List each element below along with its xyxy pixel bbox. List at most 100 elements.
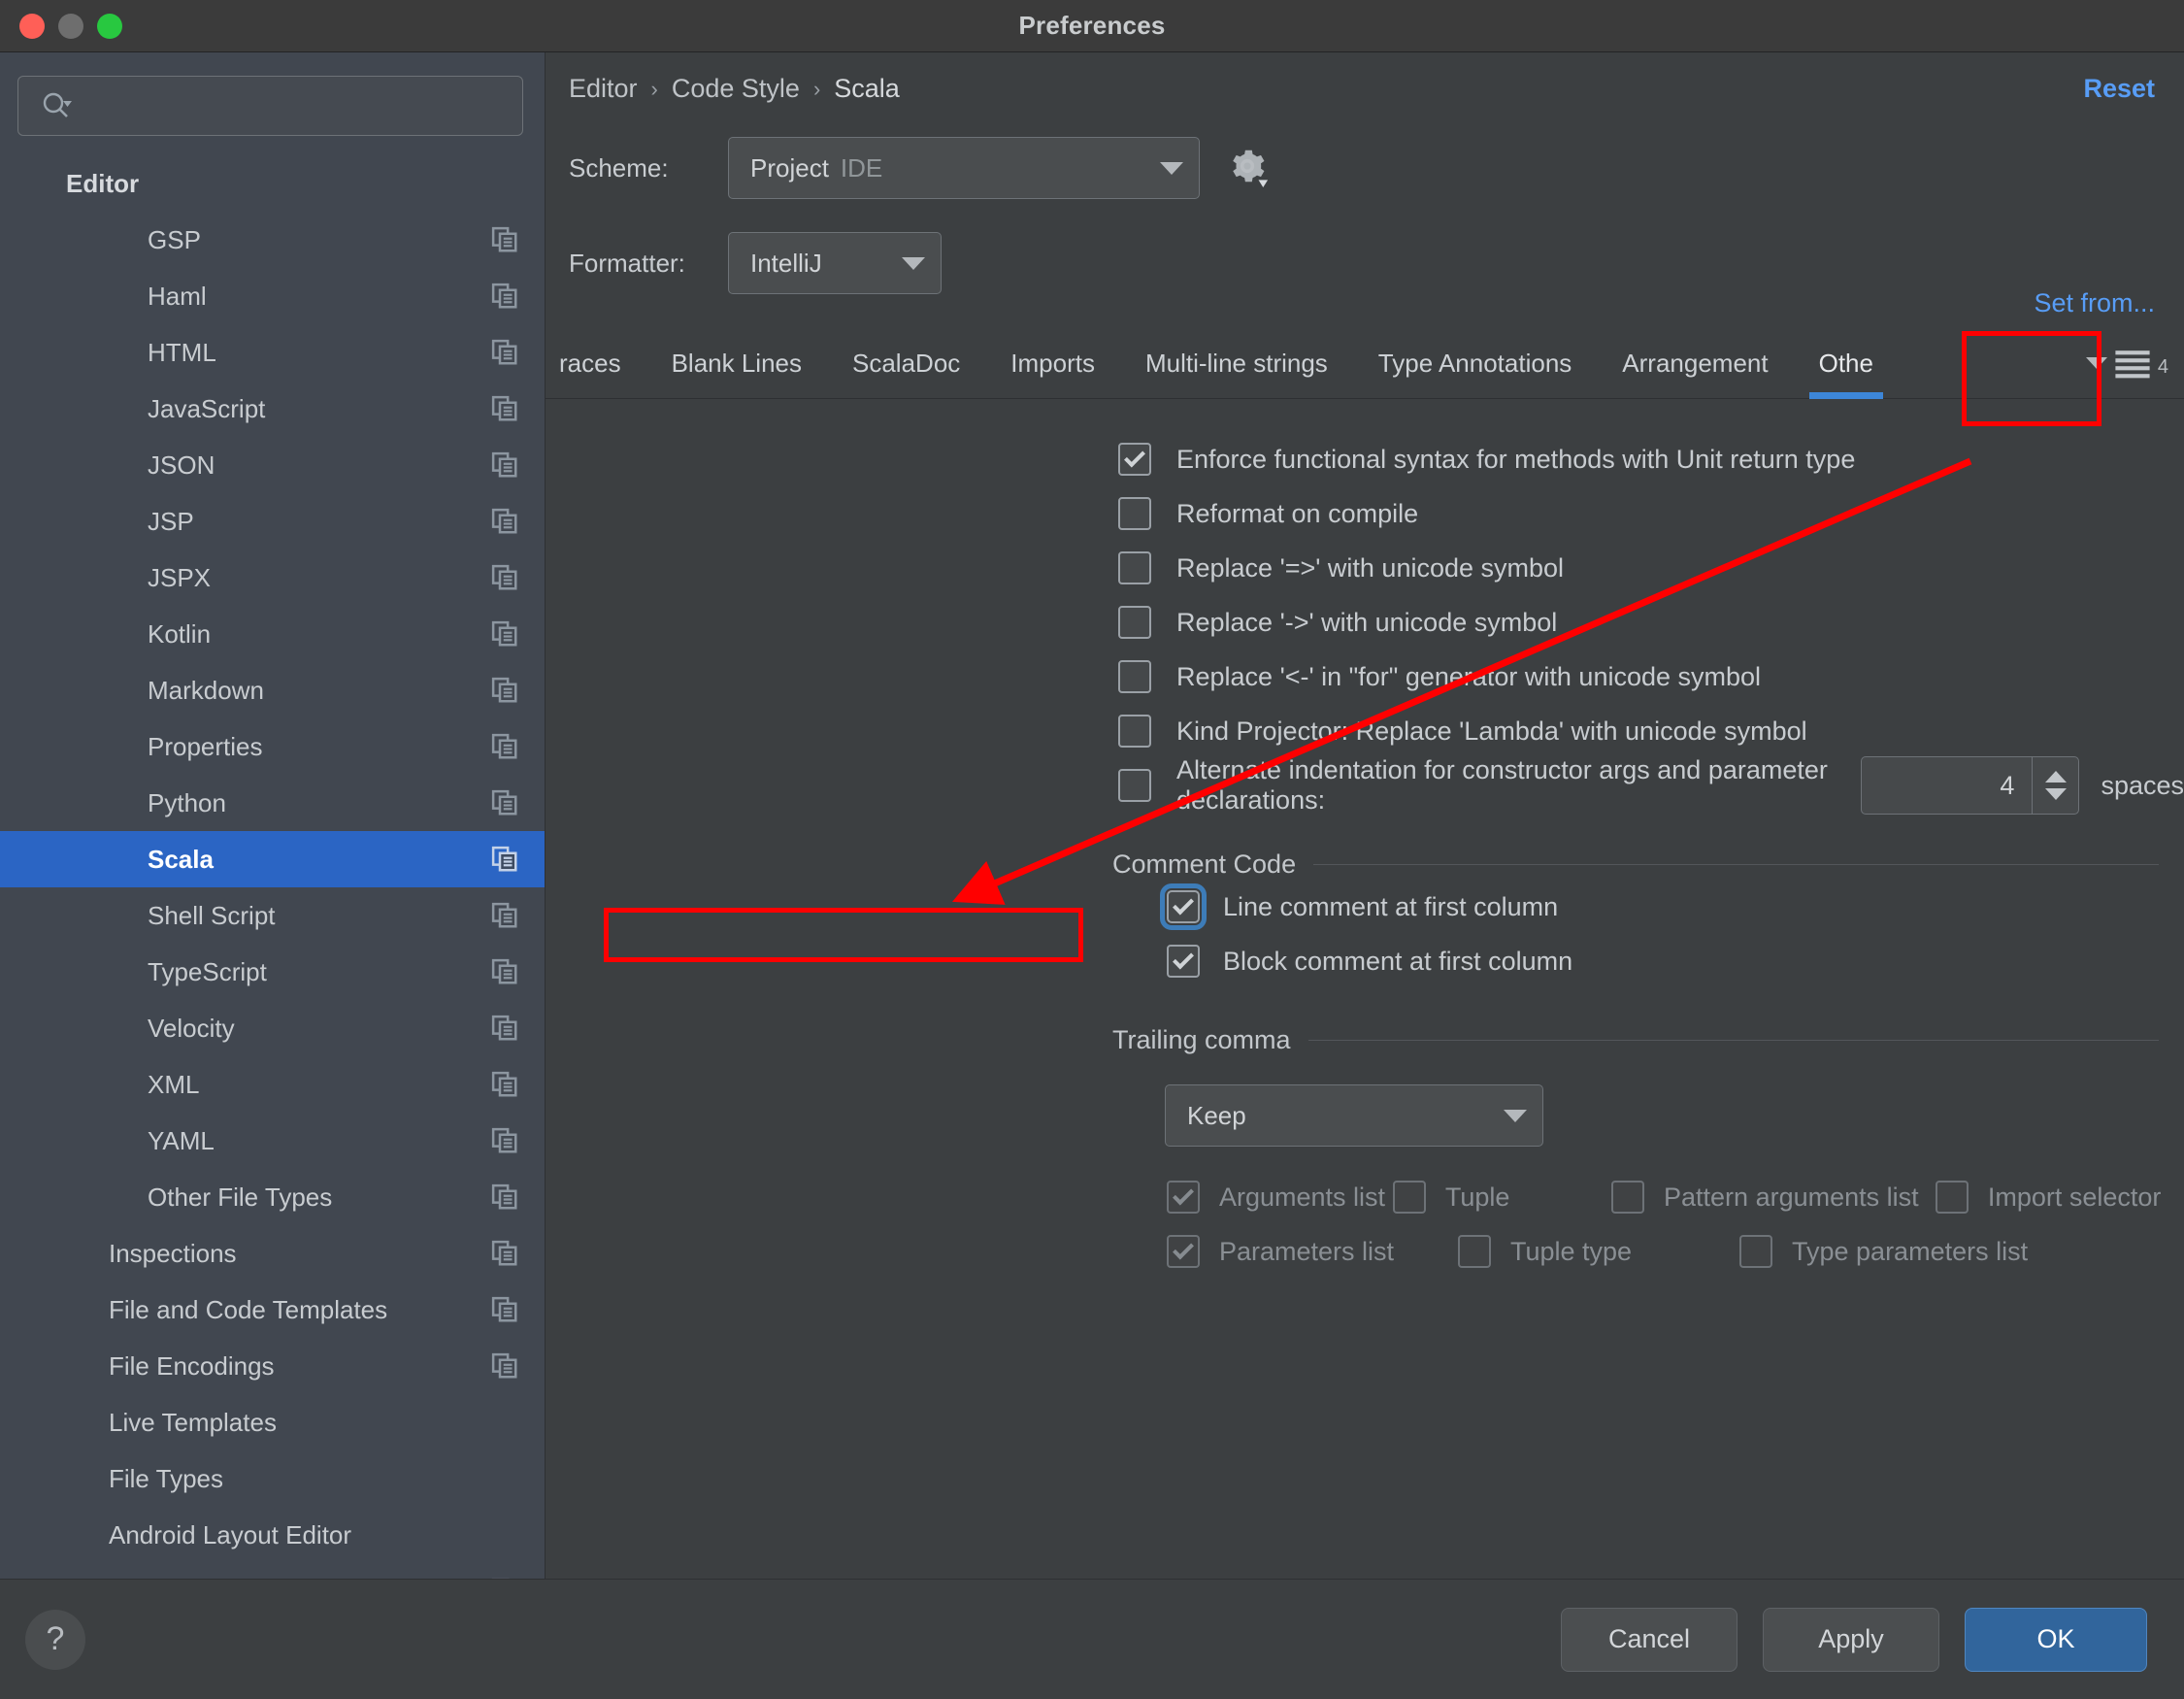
sidebar-item-file-encodings[interactable]: File Encodings xyxy=(0,1338,545,1394)
checkbox-enforce-functional-syntax-for-meth[interactable] xyxy=(1118,443,1151,476)
cancel-button[interactable]: Cancel xyxy=(1561,1607,1737,1672)
formatter-dropdown[interactable]: IntelliJ xyxy=(728,232,942,294)
checkbox-line-comment-at-first-column[interactable] xyxy=(1160,883,1207,930)
tab-scaladoc[interactable]: ScalaDoc xyxy=(827,349,985,398)
tab-multi-line-strings[interactable]: Multi-line strings xyxy=(1120,349,1353,398)
checkbox-replace-with-unicode-symbol[interactable] xyxy=(1118,606,1151,639)
sidebar-item-html[interactable]: HTML xyxy=(0,324,545,381)
alternate-indentation-checkbox[interactable] xyxy=(1118,769,1151,802)
tab-overflow-menu[interactable]: 4 xyxy=(2070,348,2184,398)
tab-blank-lines[interactable]: Blank Lines xyxy=(646,349,827,398)
sidebar-item-file-and-code-templates[interactable]: File and Code Templates xyxy=(0,1282,545,1338)
copy-scheme-icon[interactable] xyxy=(490,563,519,592)
checkbox-block-comment-at-first-column[interactable] xyxy=(1167,945,1200,978)
copy-scheme-icon[interactable] xyxy=(490,338,519,367)
copy-scheme-icon[interactable] xyxy=(490,1577,519,1579)
settings-tree[interactable]: Editor GSP Haml HTML JavaScript JSON JSP JSPX Ko… xyxy=(0,148,545,1579)
scheme-dropdown[interactable]: Project IDE xyxy=(728,137,1200,199)
sidebar-item-editor[interactable]: Editor xyxy=(0,155,545,212)
indent-spinner[interactable]: 4 xyxy=(1861,756,2080,815)
checkbox-tuple[interactable] xyxy=(1392,1181,1426,1214)
help-button[interactable]: ? xyxy=(25,1609,85,1670)
checkbox-import-selector[interactable] xyxy=(1935,1181,1969,1214)
copy-scheme-icon[interactable] xyxy=(490,1351,519,1381)
sidebar-item-kotlin[interactable]: Kotlin xyxy=(0,606,545,662)
sidebar-item-json[interactable]: JSON xyxy=(0,437,545,493)
spinner-up-icon[interactable] xyxy=(2044,771,2067,783)
scheme-settings-button[interactable] xyxy=(1225,144,1270,193)
copy-scheme-icon[interactable] xyxy=(490,450,519,480)
breadcrumb-item-0[interactable]: Editor xyxy=(569,74,638,104)
check-icon xyxy=(1173,1183,1194,1206)
copy-scheme-icon[interactable] xyxy=(490,732,519,761)
sidebar-item-jsp[interactable]: JSP xyxy=(0,493,545,550)
copy-scheme-icon[interactable] xyxy=(490,394,519,423)
copy-scheme-icon[interactable] xyxy=(490,901,519,930)
sidebar-item-haml[interactable]: Haml xyxy=(0,268,545,324)
apply-button[interactable]: Apply xyxy=(1763,1607,1939,1672)
tab-list-icon[interactable] xyxy=(2113,348,2152,379)
checkbox-parameters-list[interactable] xyxy=(1167,1235,1200,1268)
reset-link[interactable]: Reset xyxy=(2083,74,2155,104)
tab-arrangement[interactable]: Arrangement xyxy=(1597,349,1793,398)
sidebar-item-file-types[interactable]: File Types xyxy=(0,1450,545,1507)
checkbox-arguments-list[interactable] xyxy=(1167,1181,1200,1214)
sidebar-item-xml[interactable]: XML xyxy=(0,1056,545,1113)
sidebar-item-scala[interactable]: Scala xyxy=(0,831,545,887)
copy-scheme-icon[interactable] xyxy=(490,788,519,817)
tab-othe[interactable]: Othe xyxy=(1794,349,1899,399)
sidebar-item-properties[interactable]: Properties xyxy=(0,718,545,775)
copy-scheme-icon[interactable] xyxy=(490,225,519,254)
sidebar-item-live-templates[interactable]: Live Templates xyxy=(0,1394,545,1450)
checkbox-replace-with-unicode-symbol[interactable] xyxy=(1118,551,1151,584)
sidebar-item-typescript[interactable]: TypeScript xyxy=(0,944,545,1000)
copy-scheme-icon[interactable] xyxy=(490,957,519,986)
spinner-down-icon[interactable] xyxy=(2044,788,2067,800)
sidebar-item-copyright[interactable]: Copyright xyxy=(0,1563,545,1579)
sidebar-item-gsp[interactable]: GSP xyxy=(0,212,545,268)
search-box[interactable] xyxy=(17,76,523,136)
tab-races[interactable]: races xyxy=(546,349,646,398)
trailing-comma-mode-dropdown[interactable]: Keep xyxy=(1165,1084,1543,1147)
copy-scheme-icon[interactable] xyxy=(490,507,519,536)
copy-scheme-icon[interactable] xyxy=(490,1295,519,1324)
checkbox-tuple-type[interactable] xyxy=(1458,1235,1491,1268)
copy-scheme-icon[interactable] xyxy=(490,1239,519,1268)
checkbox-replace-in-for-generator-with-unic[interactable] xyxy=(1118,660,1151,693)
sidebar-item-yaml[interactable]: YAML xyxy=(0,1113,545,1169)
search-input[interactable] xyxy=(79,91,522,120)
checkbox-kind-projector-replace-lambda-with[interactable] xyxy=(1118,715,1151,748)
checkbox-type-parameters-list[interactable] xyxy=(1739,1235,1772,1268)
copy-scheme-icon[interactable] xyxy=(490,1126,519,1155)
sidebar-item-shell-script[interactable]: Shell Script xyxy=(0,887,545,944)
copy-scheme-icon[interactable] xyxy=(490,1070,519,1099)
sidebar-item-other-file-types[interactable]: Other File Types xyxy=(0,1169,545,1225)
tab-imports[interactable]: Imports xyxy=(985,349,1120,398)
copy-scheme-icon[interactable] xyxy=(490,1183,519,1212)
sidebar-item-velocity[interactable]: Velocity xyxy=(0,1000,545,1056)
breadcrumb-item-1[interactable]: Code Style xyxy=(672,74,800,104)
ok-button[interactable]: OK xyxy=(1965,1607,2147,1672)
copy-scheme-icon[interactable] xyxy=(490,1014,519,1043)
code-style-tabs[interactable]: races Blank Lines ScalaDoc Imports Multi-lin… xyxy=(546,327,2184,399)
sidebar-item-label: JSPX xyxy=(148,562,212,592)
checkbox-reformat-on-compile[interactable] xyxy=(1118,497,1151,530)
tab-type-annotations[interactable]: Type Annotations xyxy=(1353,349,1597,398)
option-label: Replace '=>' with unicode symbol xyxy=(1176,552,1565,583)
trailing-comma-section-header: Trailing comma xyxy=(546,1025,2184,1055)
set-from-link[interactable]: Set from... xyxy=(2034,288,2155,318)
sidebar-item-android-layout-editor[interactable]: Android Layout Editor xyxy=(0,1507,545,1563)
sidebar-item-inspections[interactable]: Inspections xyxy=(0,1225,545,1282)
sidebar-item-markdown[interactable]: Markdown xyxy=(0,662,545,718)
copy-scheme-icon[interactable] xyxy=(490,676,519,705)
sidebar-item-label: GSP xyxy=(148,224,201,254)
copy-scheme-icon[interactable] xyxy=(490,619,519,649)
sidebar-item-python[interactable]: Python xyxy=(0,775,545,831)
sidebar-item-jspx[interactable]: JSPX xyxy=(0,550,545,606)
chevron-down-icon[interactable] xyxy=(2085,357,2107,369)
copy-scheme-icon[interactable] xyxy=(490,845,519,874)
sidebar-item-javascript[interactable]: JavaScript xyxy=(0,381,545,437)
spinner-arrows[interactable] xyxy=(2032,757,2078,814)
checkbox-pattern-arguments-list[interactable] xyxy=(1611,1181,1645,1214)
copy-scheme-icon[interactable] xyxy=(490,282,519,311)
